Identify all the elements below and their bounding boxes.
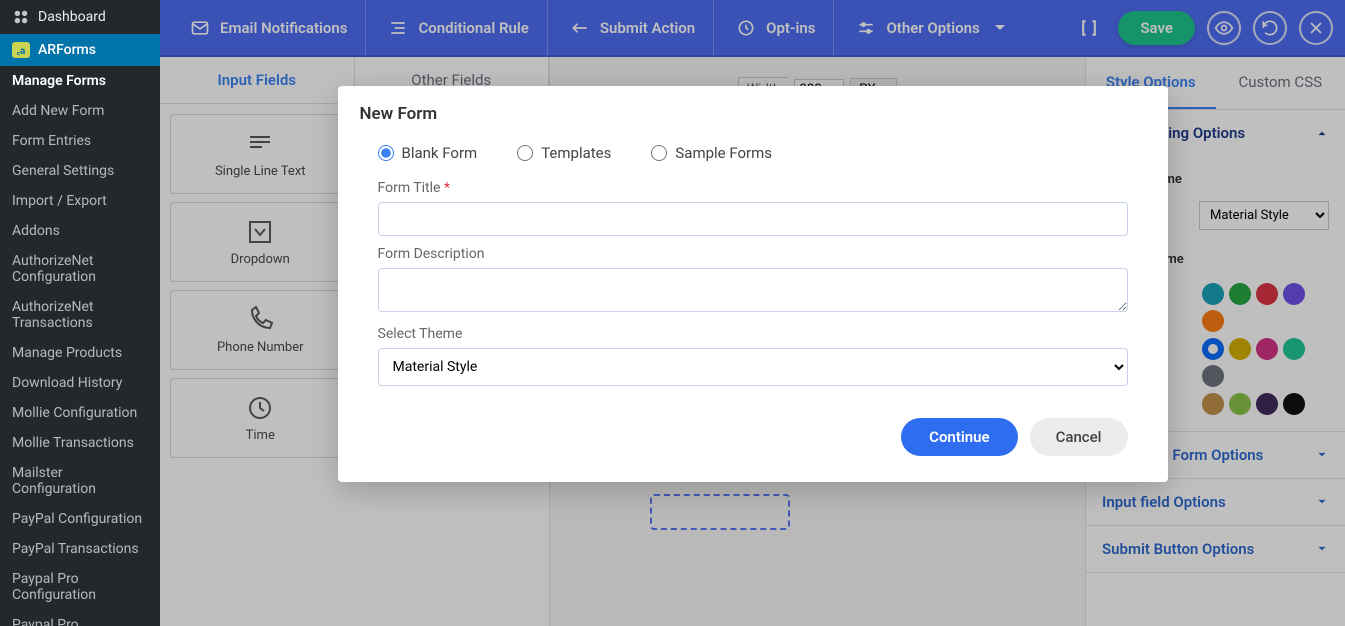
arforms-logo-icon: ꜀a: [12, 42, 30, 58]
sidebar-dashboard-label: Dashboard: [38, 9, 106, 25]
sidebar-subitem[interactable]: Import / Export: [0, 186, 160, 216]
main-area: Email Notifications Conditional Rule Sub…: [160, 0, 1345, 626]
sidebar-subitem[interactable]: Mailster Configuration: [0, 458, 160, 504]
sidebar-subitem[interactable]: Manage Forms: [0, 66, 160, 96]
modal-radio-option[interactable]: Blank Form: [378, 144, 478, 162]
sidebar-subitem[interactable]: Paypal Pro Transactions: [0, 610, 160, 626]
form-title-input[interactable]: [378, 202, 1128, 236]
admin-sidebar: Dashboard ꜀a ARForms Manage FormsAdd New…: [0, 0, 160, 626]
form-description-label: Form Description: [378, 246, 1128, 262]
sidebar-subitem[interactable]: Addons: [0, 216, 160, 246]
new-form-modal: New Form Blank Form Templates Sample Forms…: [338, 86, 1168, 482]
required-asterisk: *: [444, 180, 450, 196]
radio-label: Sample Forms: [675, 144, 772, 162]
continue-button[interactable]: Continue: [901, 418, 1017, 456]
modal-select-theme[interactable]: Material Style: [378, 348, 1128, 386]
radio-input[interactable]: [378, 145, 394, 161]
modal-select-theme-label: Select Theme: [378, 326, 1128, 342]
sidebar-subitem[interactable]: AuthorizeNet Configuration: [0, 246, 160, 292]
cancel-button[interactable]: Cancel: [1030, 418, 1128, 456]
radio-input[interactable]: [651, 145, 667, 161]
sidebar-subitem[interactable]: PayPal Configuration: [0, 504, 160, 534]
sidebar-subitem[interactable]: General Settings: [0, 156, 160, 186]
sidebar-subitem[interactable]: Form Entries: [0, 126, 160, 156]
modal-overlay[interactable]: New Form Blank Form Templates Sample Forms…: [160, 0, 1345, 626]
modal-radio-option[interactable]: Sample Forms: [651, 144, 772, 162]
sidebar-subitem[interactable]: Mollie Transactions: [0, 428, 160, 458]
radio-label: Templates: [541, 144, 611, 162]
sidebar-subitem[interactable]: Add New Form: [0, 96, 160, 126]
sidebar-subitem[interactable]: Paypal Pro Configuration: [0, 564, 160, 610]
sidebar-subitem[interactable]: AuthorizeNet Transactions: [0, 292, 160, 338]
sidebar-subitem[interactable]: PayPal Transactions: [0, 534, 160, 564]
dashboard-icon: [12, 8, 30, 26]
modal-radio-option[interactable]: Templates: [517, 144, 611, 162]
modal-title: New Form: [338, 86, 1168, 130]
modal-radio-group: Blank Form Templates Sample Forms: [378, 144, 1128, 162]
radio-input[interactable]: [517, 145, 533, 161]
sidebar-subitem[interactable]: Download History: [0, 368, 160, 398]
form-title-label: Form Title *: [378, 180, 1128, 196]
sidebar-dashboard[interactable]: Dashboard: [0, 0, 160, 34]
sidebar-subitem[interactable]: Mollie Configuration: [0, 398, 160, 428]
sidebar-subitem[interactable]: Manage Products: [0, 338, 160, 368]
form-description-input[interactable]: [378, 268, 1128, 312]
sidebar-brand-label: ARForms: [38, 42, 96, 58]
sidebar-brand[interactable]: ꜀a ARForms: [0, 34, 160, 66]
radio-label: Blank Form: [402, 144, 478, 162]
